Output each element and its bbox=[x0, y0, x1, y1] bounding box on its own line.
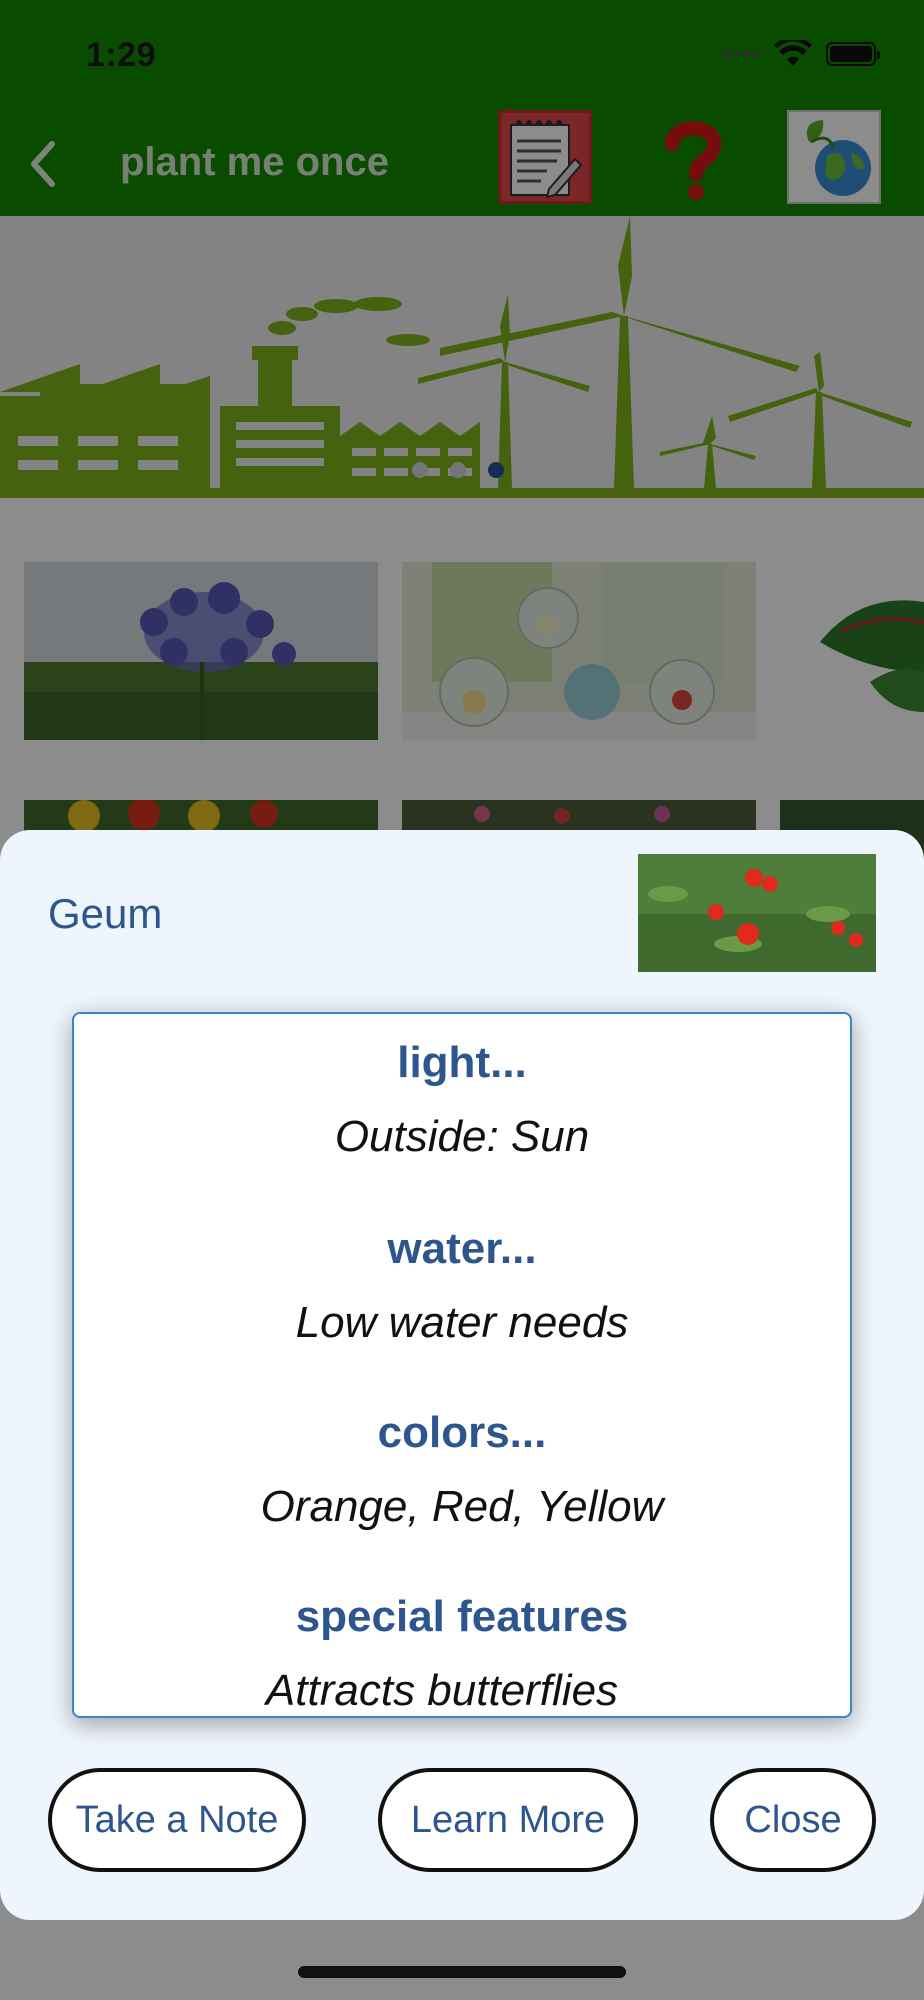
plant-detail-sheet: Geum light... Outside: Sun water... Low … bbox=[0, 830, 924, 1920]
info-section-water: water... Low water needs bbox=[74, 1224, 850, 1348]
plant-name: Geum bbox=[48, 890, 163, 937]
plant-thumbnail bbox=[638, 854, 876, 972]
take-note-button[interactable]: Take a Note bbox=[48, 1768, 306, 1872]
info-value: Outside: Sun bbox=[334, 1112, 590, 1161]
screen: 1:29 plant me once Geum light... Outside… bbox=[0, 0, 924, 2000]
info-heading: water... bbox=[387, 1224, 537, 1273]
info-section-light: light... Outside: Sun bbox=[74, 1038, 850, 1162]
plant-info-box[interactable]: light... Outside: Sun water... Low water… bbox=[72, 1012, 852, 1718]
info-section-special-features: special features Attracts butterflies bbox=[74, 1592, 850, 1716]
info-heading: light... bbox=[397, 1038, 527, 1087]
close-button[interactable]: Close bbox=[710, 1768, 876, 1872]
home-indicator[interactable] bbox=[298, 1966, 626, 1978]
info-section-colors: colors... Orange, Red, Yellow bbox=[74, 1408, 850, 1532]
learn-more-button[interactable]: Learn More bbox=[378, 1768, 638, 1872]
info-value: Orange, Red, Yellow bbox=[260, 1482, 664, 1531]
info-value: Attracts butterflies bbox=[265, 1666, 619, 1715]
info-heading: special features bbox=[295, 1592, 629, 1641]
info-value: Low water needs bbox=[295, 1298, 629, 1347]
info-heading: colors... bbox=[377, 1408, 547, 1457]
